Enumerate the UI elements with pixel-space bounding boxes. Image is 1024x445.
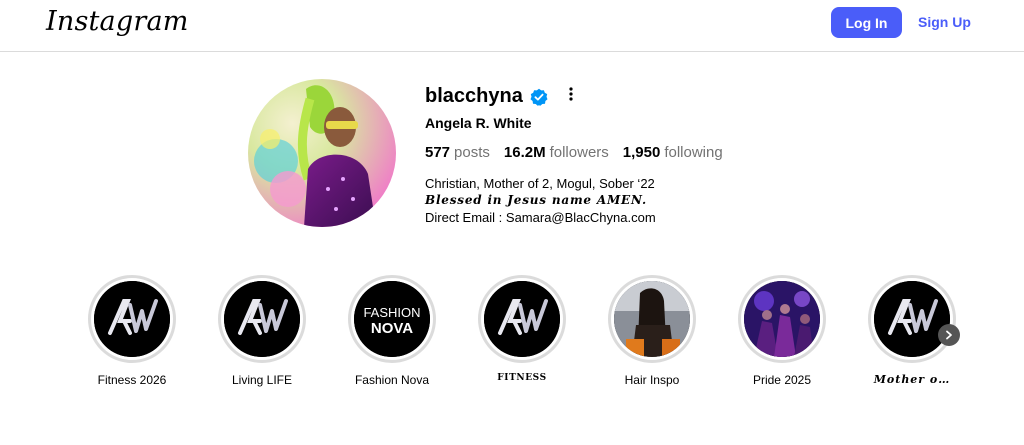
cover-text-1: FASHION — [363, 305, 420, 320]
highlight-item[interactable]: Fitness 2026 — [67, 275, 197, 387]
highlight-label: Mother o… — [873, 373, 951, 386]
aw-logo-icon — [94, 281, 170, 357]
aw-logo-icon — [484, 281, 560, 357]
highlight-label: Fashion Nova — [354, 373, 430, 387]
highlight-item[interactable]: Hair Inspo — [587, 275, 717, 387]
highlight-cover-ring: FASHION NOVA — [348, 275, 436, 363]
profile-full-name: Angela R. White — [425, 115, 532, 131]
highlight-label: Pride 2025 — [752, 373, 812, 387]
profile-avatar[interactable] — [248, 79, 396, 227]
aw-logo-icon — [224, 281, 300, 357]
highlight-cover-ring — [478, 275, 566, 363]
cover-text-2: NOVA — [371, 320, 413, 337]
highlight-cover-ring — [88, 275, 176, 363]
pride-photo-thumbnail — [744, 281, 820, 357]
stat-followers[interactable]: 16.2M followers — [504, 144, 609, 161]
highlight-cover-ring — [218, 275, 306, 363]
profile-stats: 577 posts 16.2M followers 1,950 following — [425, 144, 723, 161]
hair-photo-thumbnail — [614, 281, 690, 357]
highlight-item[interactable]: FASHION NOVA Fashion Nova — [327, 275, 457, 387]
signup-link[interactable]: Sign Up — [918, 14, 971, 30]
highlight-label: Living LIFE — [231, 373, 293, 387]
profile-bio: Christian, Mother of 2, Mogul, Sober ‘22… — [425, 175, 656, 226]
highlight-label: Fitness 2026 — [97, 373, 167, 387]
highlight-label: FITNESS — [497, 373, 547, 383]
highlight-item[interactable]: Pride 2025 — [717, 275, 847, 387]
highlight-cover-ring — [608, 275, 696, 363]
username-row: blacchyna — [425, 85, 548, 108]
stat-label: followers — [549, 144, 609, 161]
stat-value: 577 — [425, 144, 451, 161]
aw-logo-icon — [874, 281, 950, 357]
fashion-nova-logo-icon: FASHION NOVA — [354, 281, 430, 357]
stat-label: posts — [454, 144, 490, 161]
instagram-logo[interactable]: Instagram — [46, 6, 189, 37]
bio-line: Blessed in Jesus name AMEN. — [425, 193, 647, 207]
stat-posts: 577 posts — [425, 144, 490, 161]
login-button[interactable]: Log In — [831, 7, 902, 38]
bio-email[interactable]: Direct Email : Samara@BlacChyna.com — [425, 209, 656, 226]
highlight-item[interactable]: FITNESS — [457, 275, 587, 383]
highlight-cover-ring — [738, 275, 826, 363]
more-options-icon[interactable] — [567, 86, 575, 102]
highlight-item[interactable]: Living LIFE — [197, 275, 327, 387]
profile-username: blacchyna — [425, 85, 523, 107]
stat-following[interactable]: 1,950 following — [623, 144, 723, 161]
highlight-cover-ring — [868, 275, 956, 363]
stat-value: 1,950 — [622, 144, 661, 161]
top-navigation-bar: Instagram Log In Sign Up — [0, 0, 1024, 52]
stat-value: 16.2M — [503, 144, 546, 161]
stat-label: following — [664, 144, 723, 161]
chevron-right-icon[interactable] — [938, 324, 960, 346]
verified-badge-icon — [530, 88, 548, 106]
highlight-label: Hair Inspo — [624, 373, 680, 387]
bio-line: Christian, Mother of 2, Mogul, Sober ‘22 — [425, 176, 655, 191]
